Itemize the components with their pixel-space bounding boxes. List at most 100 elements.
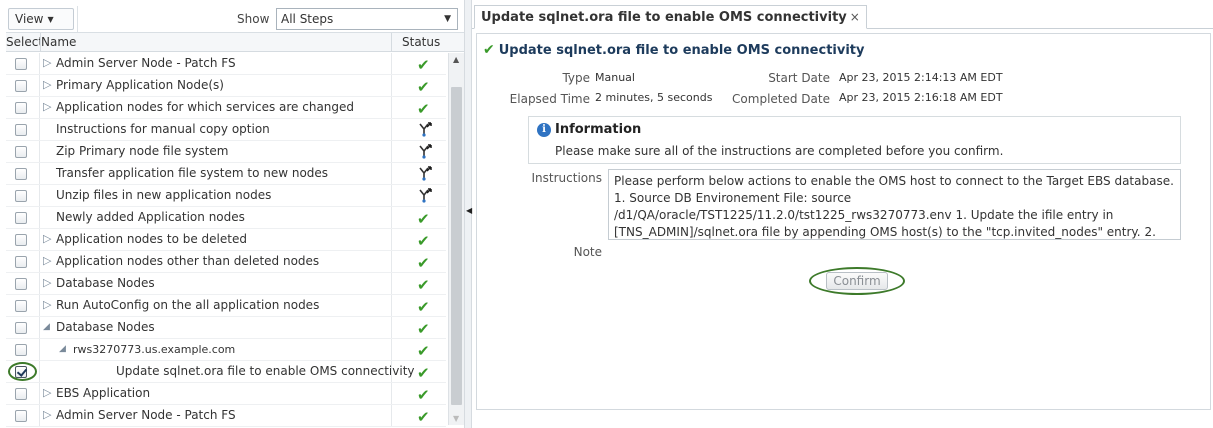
tab-label: Update sqlnet.ora file to enable OMS con…	[481, 10, 847, 25]
table-row[interactable]: Zip Primary node file system	[6, 141, 446, 163]
type-label: Type	[562, 71, 590, 85]
checkmark-icon: ✔	[483, 42, 495, 58]
show-label: Show	[237, 12, 270, 26]
expand-chevron-icon[interactable]: ▷	[43, 232, 51, 245]
status-complete-icon: ✔	[417, 100, 430, 118]
table-row[interactable]: ▷ Application nodes for which services ar…	[6, 97, 446, 119]
step-name[interactable]: Application nodes other than deleted nod…	[56, 254, 319, 268]
step-name[interactable]: Run AutoConfig on the all application no…	[56, 298, 319, 312]
step-name[interactable]: Transfer application file system to new …	[56, 166, 328, 180]
tab-bar: Update sqlnet.ora file to enable OMS con…	[472, 5, 1213, 29]
step-name[interactable]: Primary Application Node(s)	[56, 78, 224, 92]
table-row[interactable]: ◢ Database Nodes ✔	[6, 317, 446, 339]
row-checkbox[interactable]	[15, 124, 27, 136]
row-checkbox[interactable]	[15, 146, 27, 158]
row-checkbox[interactable]	[15, 256, 27, 268]
step-name[interactable]: Zip Primary node file system	[56, 144, 228, 158]
manual-step-icon	[419, 122, 432, 137]
table-row[interactable]: ▷ Application nodes other than deleted no…	[6, 251, 446, 273]
expand-chevron-icon[interactable]: ▷	[43, 408, 51, 421]
status-cell: ✔	[391, 251, 446, 272]
status-cell: ✔	[391, 383, 446, 404]
expand-chevron-icon[interactable]: ▷	[43, 386, 51, 399]
step-name[interactable]: Database Nodes	[56, 320, 155, 334]
scrollbar-thumb[interactable]	[451, 87, 462, 405]
column-header-name[interactable]: Name	[41, 35, 76, 49]
column-header-select[interactable]: Select	[6, 35, 40, 49]
step-name[interactable]: rws3270773.us.example.com	[73, 343, 235, 356]
table-row[interactable]: Instructions for manual copy option	[6, 119, 446, 141]
step-name[interactable]: Update sqlnet.ora file to enable OMS con…	[116, 364, 415, 378]
expand-chevron-icon[interactable]: ▷	[43, 78, 51, 91]
information-message: Please make sure all of the instructions…	[555, 144, 1004, 158]
table-row[interactable]: ◢ rws3270773.us.example.com ✔	[6, 339, 446, 361]
table-row[interactable]: ▷ Database Nodes ✔	[6, 273, 446, 295]
table-row[interactable]: Transfer application file system to new …	[6, 163, 446, 185]
confirm-button[interactable]: Confirm	[826, 272, 888, 290]
step-name[interactable]: Database Nodes	[56, 276, 155, 290]
row-checkbox[interactable]	[15, 278, 27, 290]
step-name[interactable]: EBS Application	[56, 386, 150, 400]
column-header-status[interactable]: Status	[402, 35, 440, 49]
show-filter-select[interactable]: All Steps ▼	[276, 8, 458, 30]
row-checkbox[interactable]	[15, 388, 27, 400]
row-checkbox[interactable]	[15, 322, 27, 334]
row-checkbox[interactable]	[15, 212, 27, 224]
status-complete-icon: ✔	[417, 342, 430, 360]
table-header: Select Name Status	[6, 33, 464, 52]
row-checkbox[interactable]	[15, 300, 27, 312]
expand-chevron-icon[interactable]: ▷	[43, 298, 51, 311]
table-row[interactable]: Update sqlnet.ora file to enable OMS con…	[6, 361, 446, 383]
status-complete-icon: ✔	[417, 254, 430, 272]
select-cell	[6, 207, 40, 228]
vertical-scrollbar[interactable]: ▲ ▼	[448, 53, 464, 425]
row-checkbox[interactable]	[15, 168, 27, 180]
table-row[interactable]: ▷ Application nodes to be deleted ✔	[6, 229, 446, 251]
expand-chevron-icon[interactable]: ▷	[43, 100, 51, 113]
manual-step-icon	[419, 188, 432, 203]
expanded-triangle-icon[interactable]: ◢	[43, 322, 50, 332]
status-cell: ✔	[391, 229, 446, 250]
row-checkbox[interactable]	[15, 410, 27, 422]
status-complete-icon: ✔	[417, 364, 430, 382]
tab-step-detail[interactable]: Update sqlnet.ora file to enable OMS con…	[474, 5, 867, 29]
step-name[interactable]: Application nodes for which services are…	[56, 100, 354, 114]
step-name[interactable]: Admin Server Node - Patch FS	[56, 56, 236, 70]
row-checkbox[interactable]	[15, 234, 27, 246]
row-checkbox[interactable]	[15, 80, 27, 92]
step-name[interactable]: Application nodes to be deleted	[56, 232, 247, 246]
type-value: Manual	[595, 71, 635, 84]
select-cell	[6, 251, 40, 272]
close-icon[interactable]: ×	[850, 10, 860, 24]
view-menu-button[interactable]: View ▼	[8, 8, 74, 30]
table-row[interactable]: ▷ Admin Server Node - Patch FS ✔	[6, 53, 446, 75]
status-cell: ✔	[391, 53, 446, 74]
status-complete-icon: ✔	[417, 232, 430, 250]
expand-chevron-icon[interactable]: ▷	[43, 254, 51, 267]
scroll-up-icon[interactable]: ▲	[453, 55, 459, 64]
step-name[interactable]: Unzip files in new application nodes	[56, 188, 271, 202]
table-row[interactable]: ▷ EBS Application ✔	[6, 383, 446, 405]
toolbar-divider	[77, 6, 78, 32]
table-row[interactable]: ▷ Run AutoConfig on the all application n…	[6, 295, 446, 317]
expanded-triangle-icon[interactable]: ◢	[59, 344, 66, 354]
step-name[interactable]: Newly added Application nodes	[56, 210, 245, 224]
information-box: i Information Please make sure all of the…	[528, 116, 1181, 164]
row-checkbox[interactable]	[15, 190, 27, 202]
table-row[interactable]: ▷ Admin Server Node - Patch FS ✔	[6, 405, 446, 427]
expand-chevron-icon[interactable]: ▷	[43, 276, 51, 289]
status-cell: ✔	[391, 273, 446, 294]
row-checkbox[interactable]	[15, 102, 27, 114]
table-row[interactable]: ▷ Primary Application Node(s) ✔	[6, 75, 446, 97]
step-name[interactable]: Admin Server Node - Patch FS	[56, 408, 236, 422]
step-name[interactable]: Instructions for manual copy option	[56, 122, 270, 136]
row-checkbox[interactable]	[15, 344, 27, 356]
pane-splitter[interactable]: ◀	[464, 0, 472, 428]
expand-chevron-icon[interactable]: ▷	[43, 56, 51, 69]
row-checkbox[interactable]	[15, 58, 27, 70]
scroll-down-icon[interactable]: ▼	[453, 414, 459, 423]
table-row[interactable]: Unzip files in new application nodes	[6, 185, 446, 207]
instructions-label: Instructions	[531, 171, 602, 185]
table-row[interactable]: Newly added Application nodes ✔	[6, 207, 446, 229]
table-body: ▷ Admin Server Node - Patch FS ✔ ▷ Primary A…	[6, 53, 446, 427]
